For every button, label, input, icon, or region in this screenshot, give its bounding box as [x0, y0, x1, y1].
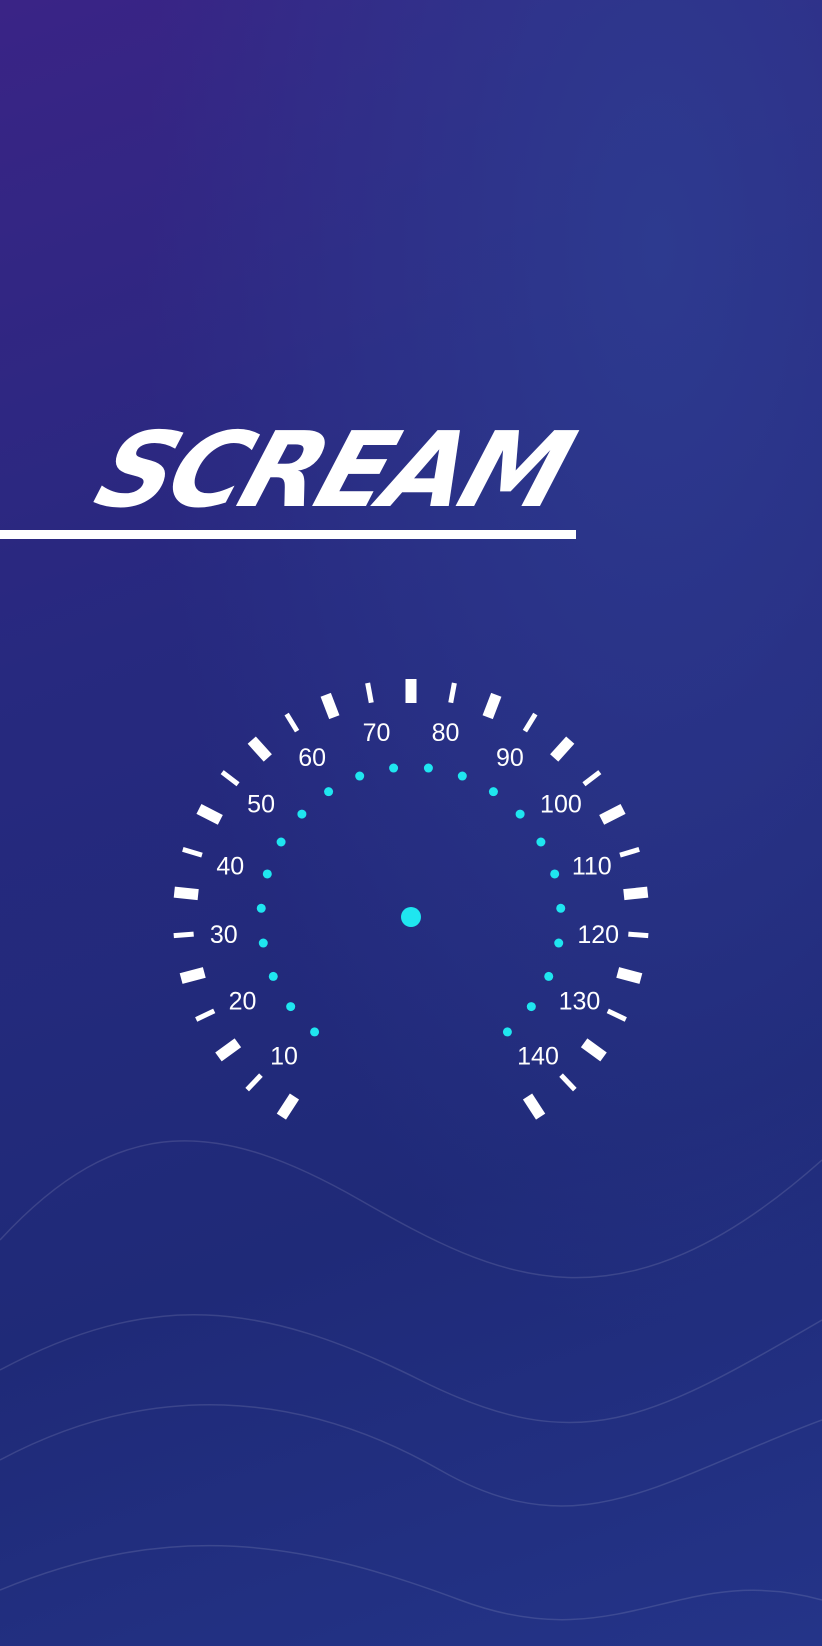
gauge-labels: 10 20 30 40 50 60 70 80 90 100 110 120 130140: [210, 719, 619, 1070]
gauge-label-30: 30: [210, 921, 238, 949]
gauge-dot: [258, 938, 268, 948]
gauge-label-100: 100: [540, 791, 582, 819]
gauge-minor-tick: [582, 770, 602, 787]
gauge-label-140: 140: [517, 1043, 559, 1071]
gauge-ticks: [173, 679, 649, 1120]
gauge-label-50: 50: [247, 791, 275, 819]
gauge-label-70: 70: [363, 719, 391, 747]
gauge-dot: [286, 1002, 296, 1012]
splash-screen: SCREAM 10 20 30 40 50 60 70 80 90 100 110 120 130 140: [0, 0, 822, 1646]
gauge-dot: [488, 787, 498, 797]
gauge-minor-tick: [220, 770, 240, 787]
gauge-dots: [256, 763, 566, 1037]
gauge-minor-tick: [606, 1008, 627, 1022]
gauge-label-120: 120: [577, 921, 619, 949]
gauge-minor-tick: [559, 1073, 577, 1092]
gauge-dot: [544, 971, 554, 981]
gauge-dot: [262, 869, 272, 879]
gauge-label-80: 80: [432, 719, 460, 747]
gauge-dot: [554, 938, 564, 948]
gauge-dot: [550, 869, 560, 879]
background-wave: [0, 1544, 822, 1621]
gauge-dot: [297, 809, 307, 819]
gauge-dot: [355, 771, 365, 781]
gauge-major-tick: [276, 1093, 300, 1120]
background-wave: [0, 1404, 822, 1507]
gauge-major-tick: [482, 692, 502, 720]
background-wave: [0, 1314, 822, 1424]
gauge-minor-tick: [628, 931, 649, 939]
gauge-dot: [324, 787, 334, 797]
gauge-dot: [515, 809, 525, 819]
gauge-major-tick: [580, 1038, 607, 1062]
gauge-major-tick: [599, 804, 626, 825]
gauge-label-10: 10: [270, 1043, 298, 1071]
gauge-dot: [389, 763, 399, 773]
gauge-minor-tick: [182, 847, 203, 858]
gauge-minor-tick: [195, 1008, 216, 1022]
speedometer-gauge: 10 20 30 40 50 60 70 80 90 100 110 120 130140: [0, 679, 822, 1621]
background-wave: [0, 1140, 822, 1279]
background-waves: [0, 1140, 822, 1621]
gauge-dot: [423, 763, 433, 773]
gauge-minor-tick: [245, 1073, 263, 1092]
gauge-major-tick: [550, 736, 575, 762]
gauge-dot: [457, 771, 467, 781]
gauge-minor-tick: [522, 712, 538, 733]
gauge-minor-tick: [284, 712, 300, 733]
gauge-major-tick: [215, 1038, 242, 1062]
gauge-major-tick: [196, 804, 223, 825]
gauge-major-tick: [623, 886, 649, 901]
gauge-major-tick: [320, 692, 340, 720]
gauge-dot: [526, 1002, 536, 1012]
gauge-major-tick: [247, 736, 272, 762]
gauge-dot: [268, 971, 278, 981]
gauge-dot: [310, 1027, 320, 1037]
gauge-major-tick: [179, 967, 206, 984]
gauge-label-40: 40: [216, 852, 244, 880]
gauge-minor-tick: [173, 931, 194, 939]
gauge-dot: [502, 1027, 512, 1037]
gauge-dot: [256, 903, 266, 913]
gauge-label-90: 90: [496, 744, 524, 772]
gauge-label-130: 130: [559, 987, 601, 1015]
gauge-center-hub: [401, 907, 421, 927]
gauge-major-tick: [173, 886, 199, 901]
gauge-label-20: 20: [229, 987, 257, 1015]
gauge-minor-tick: [619, 847, 640, 858]
gauge-minor-tick: [365, 682, 374, 704]
gauge-major-tick: [616, 967, 643, 984]
gauge-dot: [556, 903, 566, 913]
gauge-dot: [536, 837, 546, 847]
gauge-major-tick: [522, 1093, 546, 1120]
gauge-label-60: 60: [298, 744, 326, 772]
gauge-minor-tick: [448, 682, 457, 704]
gauge-label-110: 110: [572, 852, 612, 880]
gauge-dot: [276, 837, 286, 847]
